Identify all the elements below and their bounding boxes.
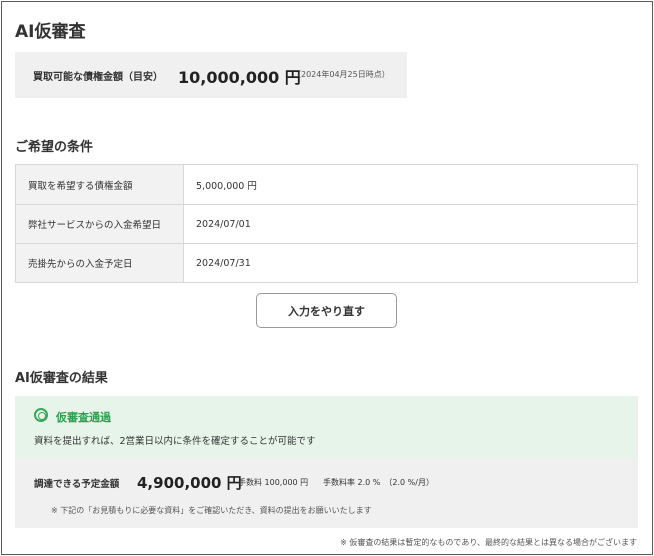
condition-value: 5,000,000 円 xyxy=(184,165,637,204)
result-status-panel: 仮審査通過 資料を提出すれば、2営業日以内に条件を確定することが可能です xyxy=(15,396,638,458)
check-circle-icon xyxy=(34,408,48,422)
amount-label: 調達できる予定金額 xyxy=(34,479,120,490)
table-row: 買取を希望する債権金額 5,000,000 円 xyxy=(16,165,637,204)
condition-key: 弊社サービスからの入金希望日 xyxy=(16,205,184,243)
table-row: 弊社サービスからの入金希望日 2024/07/01 xyxy=(16,204,637,243)
redo-input-button[interactable]: 入力をやり直す xyxy=(256,293,397,328)
table-row: 売掛先からの入金予定日 2024/07/31 xyxy=(16,243,637,282)
page-title: AI仮審査 xyxy=(15,22,86,42)
amount-value: 4,900,000 円 xyxy=(137,474,242,492)
condition-value: 2024/07/31 xyxy=(184,244,637,282)
result-heading: AI仮審査の結果 xyxy=(15,371,108,386)
condition-value: 2024/07/01 xyxy=(184,205,637,243)
fee-amount: 手数料 100,000 円 xyxy=(238,478,309,487)
conditions-table: 買取を希望する債権金額 5,000,000 円 弊社サービスからの入金希望日 2… xyxy=(15,164,638,283)
condition-key: 売掛先からの入金予定日 xyxy=(16,244,184,282)
estimate-panel: 買取可能な債権金額（目安） 10,000,000 円 （2024年04月25日時… xyxy=(15,52,407,98)
document-note: ※ 下記の「お見積もりに必要な資料」をご確認いただき、資料の提出をお願いいたしま… xyxy=(51,506,372,515)
condition-key: 買取を希望する債権金額 xyxy=(16,165,184,204)
fee-rate: 手数料率 2.0 % （2.0 %/月） xyxy=(323,478,434,487)
estimate-value: 10,000,000 円 xyxy=(178,68,301,87)
estimate-as-of: （2024年04月25日時点） xyxy=(293,70,390,79)
status-title: 仮審査通過 xyxy=(56,411,111,424)
disclaimer-footnote: ※ 仮審査の結果は暫定的なものであり、最終的な結果とは異なる場合がございます xyxy=(340,538,637,547)
result-amount-panel: 調達できる予定金額 4,900,000 円 手数料 100,000 円 手数料率… xyxy=(15,458,638,528)
conditions-heading: ご希望の条件 xyxy=(15,140,94,155)
status-description: 資料を提出すれば、2営業日以内に条件を確定することが可能です xyxy=(34,436,316,447)
estimate-label: 買取可能な債権金額（目安） xyxy=(33,72,163,83)
